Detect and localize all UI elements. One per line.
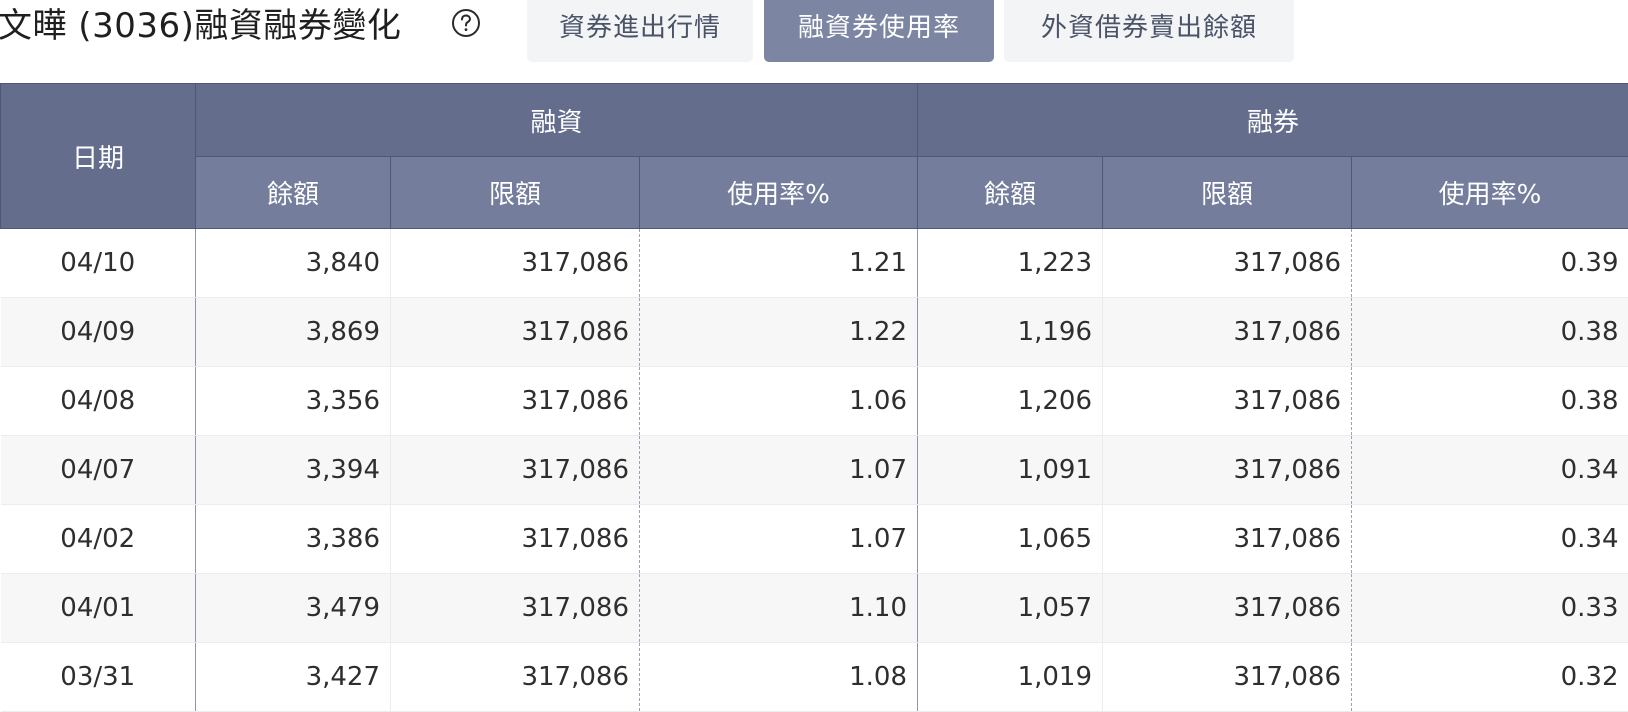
cell-margin-usage-rate: 1.22 bbox=[640, 298, 918, 367]
cell-margin-usage-rate: 1.06 bbox=[640, 367, 918, 436]
cell-margin-balance: 3,386 bbox=[196, 505, 391, 574]
cell-short-balance: 1,057 bbox=[918, 574, 1103, 643]
column-header-short-usage-rate: 使用率% bbox=[1352, 157, 1628, 229]
cell-margin-limit: 317,086 bbox=[391, 367, 640, 436]
cell-short-usage-rate: 0.38 bbox=[1352, 367, 1628, 436]
cell-short-limit: 317,086 bbox=[1103, 574, 1352, 643]
cell-margin-limit: 317,086 bbox=[391, 505, 640, 574]
cell-short-limit: 317,086 bbox=[1103, 229, 1352, 298]
column-header-margin-usage-rate: 使用率% bbox=[640, 157, 918, 229]
cell-short-limit: 317,086 bbox=[1103, 505, 1352, 574]
cell-short-usage-rate: 0.34 bbox=[1352, 436, 1628, 505]
cell-date: 04/07 bbox=[1, 436, 196, 505]
table-row: 04/01 3,479 317,086 1.10 1,057 317,086 0… bbox=[1, 574, 1628, 643]
tab-margin-trading[interactable]: 資券進出行情 bbox=[527, 0, 753, 62]
table-row: 04/10 3,840 317,086 1.21 1,223 317,086 0… bbox=[1, 229, 1628, 298]
cell-date: 04/08 bbox=[1, 367, 196, 436]
cell-short-balance: 1,206 bbox=[918, 367, 1103, 436]
table-row: 04/02 3,386 317,086 1.07 1,065 317,086 0… bbox=[1, 505, 1628, 574]
cell-margin-balance: 3,840 bbox=[196, 229, 391, 298]
group-header-margin: 融資 bbox=[196, 84, 918, 157]
column-header-date: 日期 bbox=[1, 84, 196, 229]
cell-margin-balance: 3,356 bbox=[196, 367, 391, 436]
table-row: 04/09 3,869 317,086 1.22 1,196 317,086 0… bbox=[1, 298, 1628, 367]
cell-margin-balance: 3,869 bbox=[196, 298, 391, 367]
cell-date: 04/09 bbox=[1, 298, 196, 367]
column-header-margin-limit: 限額 bbox=[391, 157, 640, 229]
column-header-short-balance: 餘額 bbox=[918, 157, 1103, 229]
cell-short-balance: 1,019 bbox=[918, 643, 1103, 712]
cell-short-limit: 317,086 bbox=[1103, 643, 1352, 712]
cell-margin-limit: 317,086 bbox=[391, 229, 640, 298]
cell-margin-balance: 3,394 bbox=[196, 436, 391, 505]
cell-short-limit: 317,086 bbox=[1103, 367, 1352, 436]
cell-date: 04/10 bbox=[1, 229, 196, 298]
cell-short-usage-rate: 0.39 bbox=[1352, 229, 1628, 298]
cell-margin-usage-rate: 1.08 bbox=[640, 643, 918, 712]
group-header-short: 融券 bbox=[918, 84, 1628, 157]
cell-short-limit: 317,086 bbox=[1103, 298, 1352, 367]
cell-short-balance: 1,091 bbox=[918, 436, 1103, 505]
cell-date: 03/31 bbox=[1, 643, 196, 712]
tab-foreign-short-balance[interactable]: 外資借券賣出餘額 bbox=[1004, 0, 1294, 62]
cell-short-usage-rate: 0.34 bbox=[1352, 505, 1628, 574]
cell-short-balance: 1,223 bbox=[918, 229, 1103, 298]
table-row: 04/08 3,356 317,086 1.06 1,206 317,086 0… bbox=[1, 367, 1628, 436]
cell-short-usage-rate: 0.38 bbox=[1352, 298, 1628, 367]
column-header-short-limit: 限額 bbox=[1103, 157, 1352, 229]
cell-margin-usage-rate: 1.07 bbox=[640, 436, 918, 505]
page-title: 文曄 (3036)融資融券變化 bbox=[0, 4, 401, 48]
cell-margin-usage-rate: 1.10 bbox=[640, 574, 918, 643]
column-header-margin-balance: 餘額 bbox=[196, 157, 391, 229]
tab-margin-usage-rate[interactable]: 融資券使用率 bbox=[764, 0, 994, 62]
cell-short-balance: 1,065 bbox=[918, 505, 1103, 574]
cell-short-usage-rate: 0.32 bbox=[1352, 643, 1628, 712]
cell-margin-limit: 317,086 bbox=[391, 298, 640, 367]
cell-short-limit: 317,086 bbox=[1103, 436, 1352, 505]
cell-margin-limit: 317,086 bbox=[391, 643, 640, 712]
cell-date: 04/02 bbox=[1, 505, 196, 574]
table-row: 03/31 3,427 317,086 1.08 1,019 317,086 0… bbox=[1, 643, 1628, 712]
table-row: 04/07 3,394 317,086 1.07 1,091 317,086 0… bbox=[1, 436, 1628, 505]
page-header: 文曄 (3036)融資融券變化 資券進出行情 融資券使用率 外資借券賣出餘額 bbox=[0, 0, 1628, 62]
cell-margin-balance: 3,479 bbox=[196, 574, 391, 643]
cell-short-balance: 1,196 bbox=[918, 298, 1103, 367]
cell-margin-balance: 3,427 bbox=[196, 643, 391, 712]
cell-margin-limit: 317,086 bbox=[391, 574, 640, 643]
question-circle-icon[interactable] bbox=[451, 8, 481, 38]
margin-usage-table: 日期 融資 融券 餘額 限額 使用率% 餘額 限額 使用率% 04/10 3,8… bbox=[0, 83, 1628, 712]
cell-margin-limit: 317,086 bbox=[391, 436, 640, 505]
cell-margin-usage-rate: 1.21 bbox=[640, 229, 918, 298]
cell-date: 04/01 bbox=[1, 574, 196, 643]
cell-short-usage-rate: 0.33 bbox=[1352, 574, 1628, 643]
cell-margin-usage-rate: 1.07 bbox=[640, 505, 918, 574]
